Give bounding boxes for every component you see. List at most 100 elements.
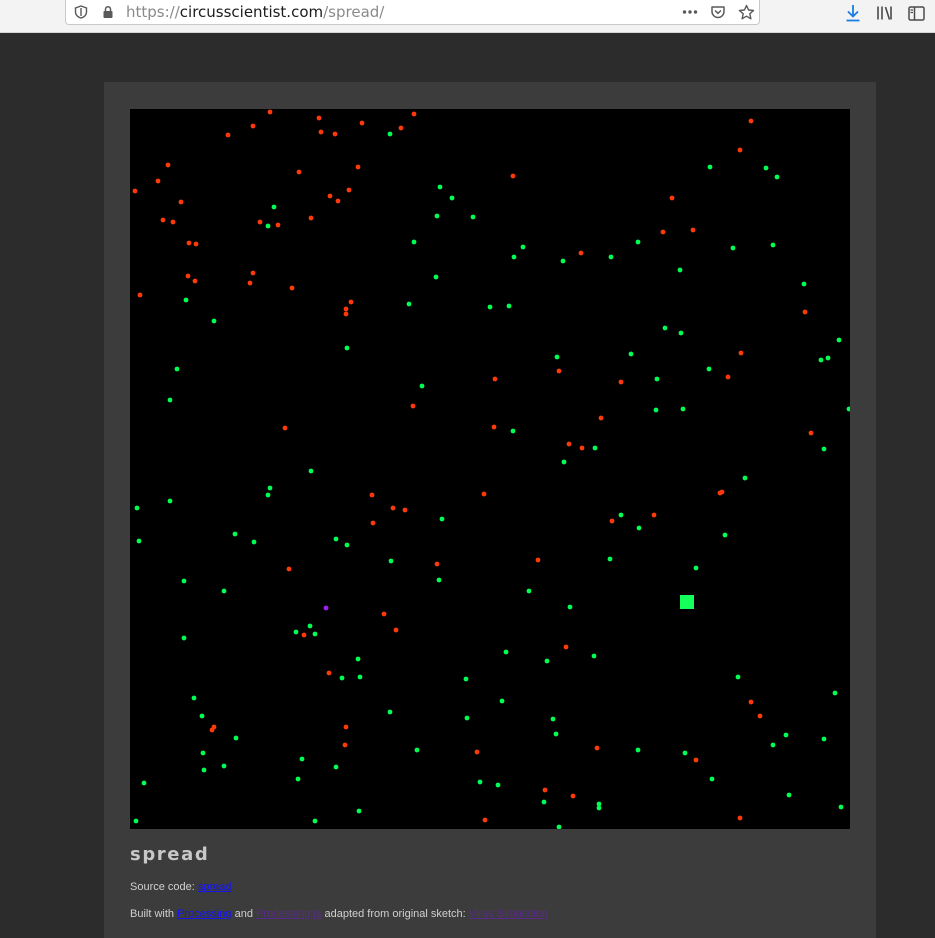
shield-icon[interactable] (72, 3, 90, 21)
infected-particle (225, 132, 231, 138)
healthy-particle (556, 824, 562, 829)
infected-particle (132, 188, 138, 194)
infected-particle (566, 441, 572, 447)
healthy-particle (133, 818, 139, 824)
healthy-particle (567, 604, 573, 610)
healthy-particle (618, 512, 624, 518)
healthy-particle (628, 351, 634, 357)
infected-particle (578, 250, 584, 256)
healthy-particle (682, 750, 688, 756)
healthy-particle (419, 383, 425, 389)
infected-particle (390, 505, 396, 511)
infected-particle (308, 215, 314, 221)
library-icon[interactable] (875, 3, 895, 23)
healthy-particle (596, 805, 602, 811)
healthy-particle (499, 698, 505, 704)
healthy-particle (550, 716, 556, 722)
player-square[interactable] (680, 595, 694, 609)
infected-particle (369, 492, 375, 498)
infected-particle (482, 817, 488, 823)
healthy-particle (387, 131, 393, 137)
original-sketch-link[interactable]: Virus Simulation (469, 908, 548, 920)
infected-particle (165, 162, 171, 168)
healthy-particle (510, 428, 516, 434)
healthy-particle (201, 767, 207, 773)
healthy-particle (433, 274, 439, 280)
processingjs-link[interactable]: Processing.js (256, 908, 321, 920)
infected-particle (669, 195, 675, 201)
infected-particle (556, 368, 562, 374)
infected-particle (660, 229, 666, 235)
infected-particle (579, 445, 585, 451)
healthy-particle (786, 792, 792, 798)
healthy-particle (763, 165, 769, 171)
healthy-particle (526, 588, 532, 594)
infected-particle (737, 147, 743, 153)
healthy-particle (439, 516, 445, 522)
built-with-line: Built with Processing and Processing.js … (130, 908, 548, 920)
source-label: Source code: (130, 881, 195, 893)
healthy-particle (388, 558, 394, 564)
healthy-particle (607, 556, 613, 562)
simulation-canvas[interactable] (130, 109, 850, 829)
healthy-particle (356, 808, 362, 814)
healthy-particle (520, 244, 526, 250)
healthy-particle (678, 330, 684, 336)
url-bar[interactable]: https://circusscientist.com/spread/ (65, 0, 760, 25)
healthy-particle (770, 742, 776, 748)
sketch-container: spread Source code: spread Built with Pr… (104, 82, 876, 938)
infected-particle (725, 374, 731, 380)
healthy-particle (821, 446, 827, 452)
healthy-particle (554, 354, 560, 360)
healthy-particle (838, 804, 844, 810)
processing-link[interactable]: Processing (177, 908, 231, 920)
simulation-svg[interactable] (130, 109, 850, 829)
healthy-particle (221, 588, 227, 594)
page-title: spread (130, 844, 210, 865)
download-icon[interactable] (843, 3, 863, 23)
infected-particle (748, 699, 754, 705)
url-text[interactable]: https://circusscientist.com/spread/ (126, 3, 384, 21)
pocket-icon[interactable] (709, 3, 727, 21)
infected-particle (748, 118, 754, 124)
infected-particle (335, 198, 341, 204)
url-host: circusscientist.com (179, 3, 324, 21)
healthy-particle (541, 799, 547, 805)
healthy-particle (233, 735, 239, 741)
adapted-label: adapted from original sketch: (324, 908, 466, 920)
more-icon[interactable] (681, 3, 699, 21)
special-particle (323, 605, 329, 611)
infected-particle (250, 270, 256, 276)
infected-particle (737, 815, 743, 821)
sidebar-icon[interactable] (906, 3, 926, 23)
healthy-particle (832, 690, 838, 696)
infected-particle (542, 787, 548, 793)
healthy-particle (200, 750, 206, 756)
healthy-particle (463, 676, 469, 682)
healthy-particle (836, 337, 842, 343)
healthy-particle (211, 318, 217, 324)
healthy-particle (495, 782, 501, 788)
bookmark-star-icon[interactable] (737, 3, 755, 21)
infected-particle (411, 111, 417, 117)
healthy-particle (608, 254, 614, 260)
healthy-particle (414, 747, 420, 753)
healthy-particle (339, 675, 345, 681)
infected-particle (719, 489, 725, 495)
healthy-particle (406, 301, 412, 307)
healthy-particle (181, 635, 187, 641)
healthy-particle (436, 577, 442, 583)
source-code-link[interactable]: spread (198, 881, 232, 893)
infected-particle (393, 627, 399, 633)
healthy-particle (636, 525, 642, 531)
healthy-particle (293, 629, 299, 635)
infected-particle (738, 350, 744, 356)
and-label: and (234, 908, 253, 920)
infected-particle (318, 129, 324, 135)
infected-particle (481, 491, 487, 497)
lock-icon[interactable] (99, 3, 117, 21)
infected-particle (343, 724, 349, 730)
infected-particle (301, 632, 307, 638)
healthy-particle (251, 539, 257, 545)
healthy-particle (333, 764, 339, 770)
